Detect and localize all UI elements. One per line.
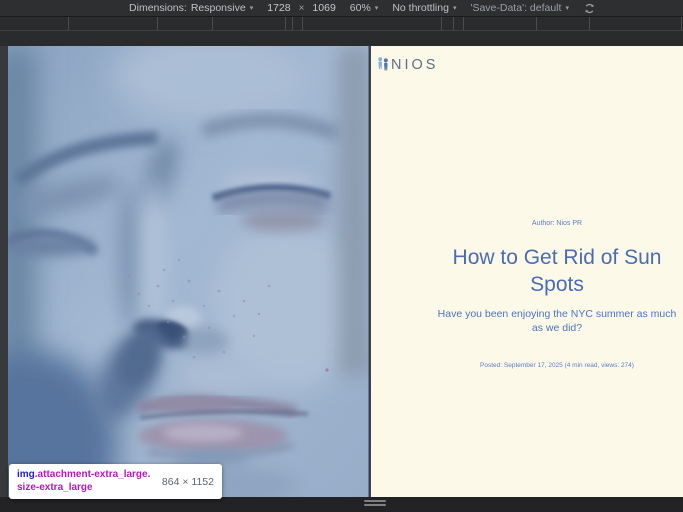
viewport-width-field[interactable]: 1728 bbox=[267, 2, 290, 14]
ruler-tick bbox=[285, 17, 286, 30]
device-toolbar: Dimensions: Responsive ▾ 1728 × 1069 60%… bbox=[0, 0, 683, 17]
site-logo[interactable]: NIOS bbox=[377, 56, 438, 73]
emulated-viewport: NIOS Author: Nios PR How to Get Rid of S… bbox=[8, 46, 683, 497]
throttling-value: No throttling bbox=[392, 2, 449, 14]
dimensions-dropdown[interactable]: Dimensions: Responsive ▾ bbox=[129, 2, 253, 14]
throttling-dropdown[interactable]: No throttling ▾ bbox=[392, 2, 456, 14]
nios-logo-icon bbox=[377, 56, 389, 73]
ruler-tick bbox=[536, 17, 537, 30]
ruler-tick bbox=[157, 17, 158, 30]
chevron-down-icon: ▾ bbox=[250, 4, 254, 12]
ruler-tick bbox=[212, 17, 213, 30]
inspect-element-tag: img bbox=[17, 469, 35, 480]
inspect-element-dimensions: 864 × 1152 bbox=[162, 476, 214, 488]
zoom-value: 60% bbox=[350, 2, 371, 14]
multiply-icon: × bbox=[299, 3, 305, 14]
article-title: How to Get Rid of Sun Spots bbox=[431, 244, 683, 298]
rotate-screen-icon bbox=[583, 2, 596, 15]
article-author: Author: Nios PR bbox=[431, 220, 683, 227]
resize-drag-handle[interactable] bbox=[364, 500, 386, 508]
site-logo-text: NIOS bbox=[391, 57, 438, 73]
ruler-tick bbox=[441, 17, 442, 30]
drag-handle-bar bbox=[364, 504, 386, 506]
viewport-height-field[interactable]: 1069 bbox=[312, 2, 335, 14]
inspect-tooltip: img.attachment-extra_large.size-extra_la… bbox=[9, 464, 222, 499]
ruler-tick bbox=[681, 17, 682, 30]
chevron-down-icon: ▾ bbox=[453, 4, 457, 12]
hero-photo-illustration bbox=[8, 46, 371, 497]
article-subtitle: Have you been enjoying the NYC summer as… bbox=[431, 308, 683, 335]
save-data-dropdown[interactable]: 'Save-Data': default ▾ bbox=[470, 2, 569, 14]
chevron-down-icon: ▾ bbox=[375, 4, 379, 12]
drag-handle-bar bbox=[364, 500, 386, 502]
ruler-tick bbox=[302, 17, 303, 30]
inspect-element-classes: .attachment-extra_large.size-extra_large bbox=[17, 469, 150, 493]
ruler-tick bbox=[453, 17, 454, 30]
article-posted-meta: Posted: September 17, 2025 (4 min read, … bbox=[431, 362, 683, 369]
inspect-tooltip-selector: img.attachment-extra_large.size-extra_la… bbox=[17, 469, 155, 494]
dimensions-value: Responsive bbox=[191, 2, 246, 14]
ruler-tick bbox=[463, 17, 464, 30]
article-hero-image[interactable] bbox=[8, 46, 371, 497]
rotate-viewport-button[interactable] bbox=[583, 2, 596, 15]
devtools-bottom-bar bbox=[0, 497, 683, 512]
ruler-divider bbox=[0, 30, 683, 31]
dimensions-label: Dimensions: bbox=[129, 2, 187, 14]
ruler-tick bbox=[292, 17, 293, 30]
media-query-ruler bbox=[0, 17, 683, 46]
ruler-tick bbox=[68, 17, 69, 30]
save-data-value: 'Save-Data': default bbox=[470, 2, 561, 14]
article-page: NIOS Author: Nios PR How to Get Rid of S… bbox=[371, 46, 683, 497]
viewport-gutter bbox=[0, 46, 8, 497]
chevron-down-icon: ▾ bbox=[565, 4, 569, 12]
zoom-dropdown[interactable]: 60% ▾ bbox=[350, 2, 379, 14]
ruler-tick bbox=[589, 17, 590, 30]
